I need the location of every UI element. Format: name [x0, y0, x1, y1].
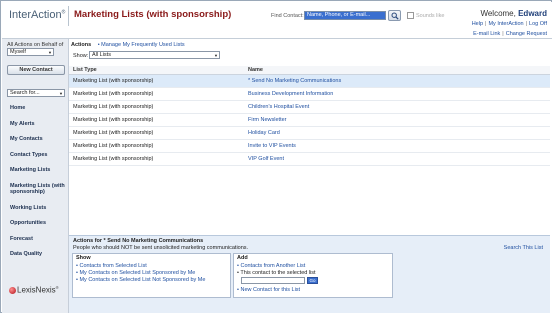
top-links: Help | My InterAction | Log Off	[471, 21, 547, 27]
show-label: Show:	[73, 53, 89, 59]
show-box: Show • Contacts from Selected List • My …	[72, 253, 231, 298]
table-row[interactable]: Marketing List (with sponsorship) Busines…	[69, 88, 550, 101]
sponsored-by-me-link[interactable]: • My Contacts on Selected List Sponsored…	[76, 270, 195, 276]
not-sponsored-by-me-link[interactable]: • My Contacts on Selected List Not Spons…	[76, 277, 205, 283]
welcome-text: Welcome, Edward	[480, 9, 547, 18]
table-row[interactable]: Marketing List (with sponsorship) Invite …	[69, 140, 550, 153]
add-this-contact-label: • This contact to the selected list	[237, 270, 316, 276]
sidebar-item-forecast[interactable]: Forecast	[10, 236, 68, 243]
add-contact-input[interactable]	[241, 277, 305, 284]
sounds-like-label: Sounds like	[416, 13, 445, 19]
list-name-link[interactable]: * Send No Marketing Communications	[248, 78, 341, 84]
list-name-link[interactable]: Holiday Card	[248, 130, 280, 136]
help-link[interactable]: Help	[472, 21, 483, 27]
add-box-title: Add	[237, 255, 248, 261]
list-name-link[interactable]: Invite to VIP Events	[248, 143, 296, 149]
list-name-link[interactable]: Business Development Information	[248, 91, 333, 97]
add-box: Add • Contacts from Another List • This …	[233, 253, 393, 298]
sidebar-item-marketing-lists[interactable]: Marketing Lists	[10, 167, 68, 174]
main-content: Actions • Manage My Frequently Used List…	[69, 39, 552, 313]
sidebar-nav: Home My Alerts My Contacts Contact Types…	[10, 105, 68, 267]
chevron-down-icon: ▼	[59, 91, 63, 96]
page-title: Marketing Lists (with sponsorship)	[74, 9, 232, 20]
lexisnexis-logo: LexisNexis®	[9, 285, 59, 295]
sidebar-item-data-quality[interactable]: Data Quality	[10, 251, 68, 258]
sidebar-item-my-alerts[interactable]: My Alerts	[10, 121, 68, 128]
chevron-down-icon: ▼	[214, 53, 218, 58]
search-this-list-link[interactable]: Search This List	[504, 245, 543, 251]
log-off-link[interactable]: Log Off	[529, 21, 547, 27]
go-button[interactable]: Go	[307, 277, 318, 284]
manage-lists-link[interactable]: • Manage My Frequently Used Lists	[98, 42, 185, 48]
email-link[interactable]: E-mail Link	[473, 31, 500, 37]
brand-ball-icon	[9, 286, 16, 294]
sidebar-item-my-contacts[interactable]: My Contacts	[10, 136, 68, 143]
my-interaction-link[interactable]: My InterAction	[488, 21, 523, 27]
table-row[interactable]: Marketing List (with sponsorship) * Send …	[69, 75, 550, 88]
column-header-name[interactable]: Name	[248, 67, 263, 73]
sidebar-item-home[interactable]: Home	[10, 105, 68, 112]
sidebar-item-contact-types[interactable]: Contact Types	[10, 152, 68, 159]
find-search-button[interactable]	[388, 10, 401, 21]
list-actions-panel: Actions for * Send No Marketing Communic…	[69, 235, 550, 313]
sidebar-item-working-lists[interactable]: Working Lists	[10, 205, 68, 212]
chevron-down-icon: ▼	[48, 50, 52, 55]
lists-table: List Type Name Marketing List (with spon…	[69, 66, 550, 166]
app-window: InterAction® Marketing Lists (with spons…	[0, 0, 552, 313]
find-contact-label: Find Contact:	[271, 13, 304, 19]
sub-links: E-mail Link | Change Request	[473, 31, 547, 37]
actions-title: Actions	[71, 42, 92, 48]
sidebar: All Actions on Behalf of Myself ▼ New Con…	[2, 39, 69, 313]
table-row[interactable]: Marketing List (with sponsorship) Firm Ne…	[69, 114, 550, 127]
sidebar-item-marketing-lists-sponsorship[interactable]: Marketing Lists (with sponsorship)	[10, 183, 68, 196]
show-select[interactable]: All Lists ▼	[89, 51, 220, 59]
table-row[interactable]: Marketing List (with sponsorship) Holiday…	[69, 127, 550, 140]
show-box-title: Show	[76, 255, 91, 261]
header: InterAction® Marketing Lists (with spons…	[2, 2, 552, 39]
column-header-list-type[interactable]: List Type	[73, 67, 97, 73]
list-name-link[interactable]: VIP Golf Event	[248, 156, 284, 162]
search-icon	[391, 12, 399, 20]
app-logo: InterAction®	[9, 9, 66, 21]
sounds-like-checkbox[interactable]	[407, 12, 414, 19]
panel-title: Actions for * Send No Marketing Communic…	[73, 238, 204, 244]
search-for-select[interactable]: Search for... ▼	[7, 89, 65, 97]
new-contact-button[interactable]: New Contact	[7, 65, 65, 75]
find-contact-input[interactable]: Name, Phone, or E-mail...	[304, 11, 386, 20]
contacts-from-selected-link[interactable]: • Contacts from Selected List	[76, 263, 147, 269]
table-header: List Type Name	[69, 66, 550, 75]
table-row[interactable]: Marketing List (with sponsorship) VIP Gol…	[69, 153, 550, 166]
actions-bar: Actions • Manage My Frequently Used List…	[71, 42, 185, 48]
list-name-link[interactable]: Children's Hospital Event	[248, 104, 309, 110]
logo-divider	[68, 6, 69, 26]
table-row[interactable]: Marketing List (with sponsorship) Childre…	[69, 101, 550, 114]
change-request-link[interactable]: Change Request	[506, 31, 547, 37]
sidebar-item-opportunities[interactable]: Opportunities	[10, 220, 68, 227]
contacts-from-another-list-link[interactable]: • Contacts from Another List	[237, 263, 305, 269]
panel-description: People who should NOT be sent unsolicite…	[73, 245, 249, 251]
user-name: Edward	[518, 9, 547, 18]
behalf-select[interactable]: Myself ▼	[7, 48, 54, 56]
list-name-link[interactable]: Firm Newsletter	[248, 117, 287, 123]
new-contact-for-list-link[interactable]: • New Contact for this List	[237, 287, 300, 293]
